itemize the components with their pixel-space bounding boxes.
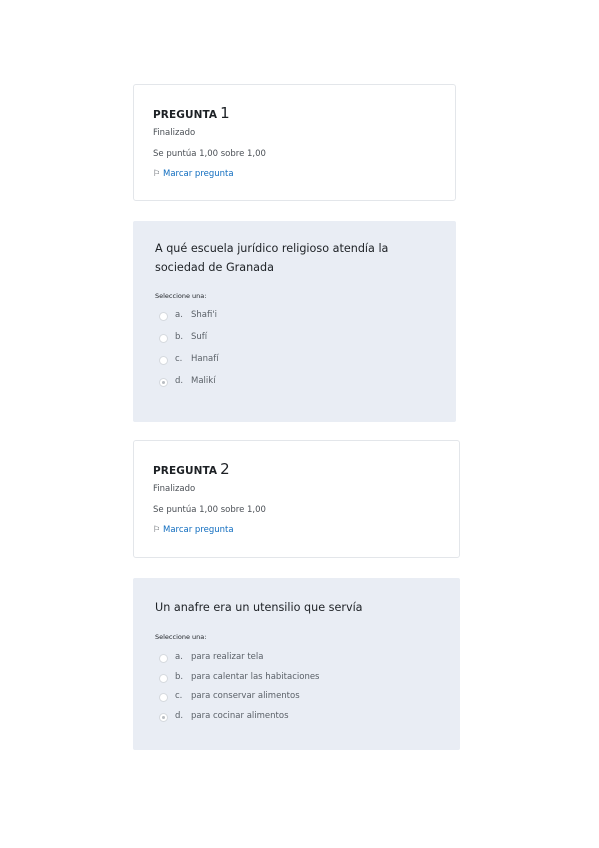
flag-icon: ⚐ [153,525,161,535]
answer-text: Malikí [191,376,216,386]
answer-letter: c. [175,691,183,701]
radio-button[interactable] [159,356,168,365]
answer-letter: d. [175,376,184,386]
question-number-value: 1 [220,104,230,122]
answer-text: para realizar tela [191,652,264,662]
question-info-card: PREGUNTA 1 Finalizado Se puntúa 1,00 sobr… [133,84,456,201]
answer-letter: d. [175,710,184,721]
question-text: A qué escuela jurídico religioso atendía… [155,242,389,274]
answer-prompt: Seleccione una: [155,292,207,300]
question-number: PREGUNTA 2 [153,459,230,478]
radio-button[interactable] [159,693,168,702]
flag-question-label: Marcar pregunta [163,169,234,179]
answer-letter: a. [175,310,183,320]
answer-text: Sufí [191,332,208,342]
flag-question-link[interactable]: ⚐ Marcar pregunta [153,525,234,535]
answer-letter: b. [175,332,184,342]
radio-button[interactable] [159,673,168,683]
question-content-card: Un anafre era un utensilio que servía Se… [133,578,460,750]
answer-prompt: Seleccione una: [155,633,207,641]
question-state: Finalizado [153,484,196,494]
flag-question-label: Marcar pregunta [163,525,234,535]
question-label: PREGUNTA [153,109,218,121]
question-grade: Se puntúa 1,00 sobre 1,00 [153,505,266,515]
answer-text: Hanafí [191,354,219,364]
question-state: Finalizado [153,128,196,138]
answer-letter: b. [175,671,184,682]
question-grade: Se puntúa 1,00 sobre 1,00 [153,149,266,159]
answer-text: para calentar las habitaciones [191,671,320,682]
question-label: PREGUNTA [153,465,218,477]
radio-button[interactable] [159,334,168,343]
answer-text: Shafi'i [191,310,218,320]
radio-button-selected[interactable] [159,712,168,722]
radio-button-selected[interactable] [159,378,168,387]
answer-letter: a. [175,652,183,662]
answer-text: para conservar alimentos [191,691,300,701]
flag-icon: ⚐ [153,169,161,179]
question-text: Un anafre era un utensilio que servía [155,601,363,614]
answer-text: para cocinar alimentos [191,710,289,721]
radio-button[interactable] [159,654,168,663]
question-content-card: A qué escuela jurídico religioso atendía… [133,221,456,422]
question-info-card: PREGUNTA 2 Finalizado Se puntúa 1,00 sobr… [133,440,460,558]
radio-button[interactable] [159,312,168,321]
answer-letter: c. [175,354,183,364]
question-number-value: 2 [220,460,230,478]
question-number: PREGUNTA 1 [153,103,230,122]
flag-question-link[interactable]: ⚐ Marcar pregunta [153,169,234,179]
